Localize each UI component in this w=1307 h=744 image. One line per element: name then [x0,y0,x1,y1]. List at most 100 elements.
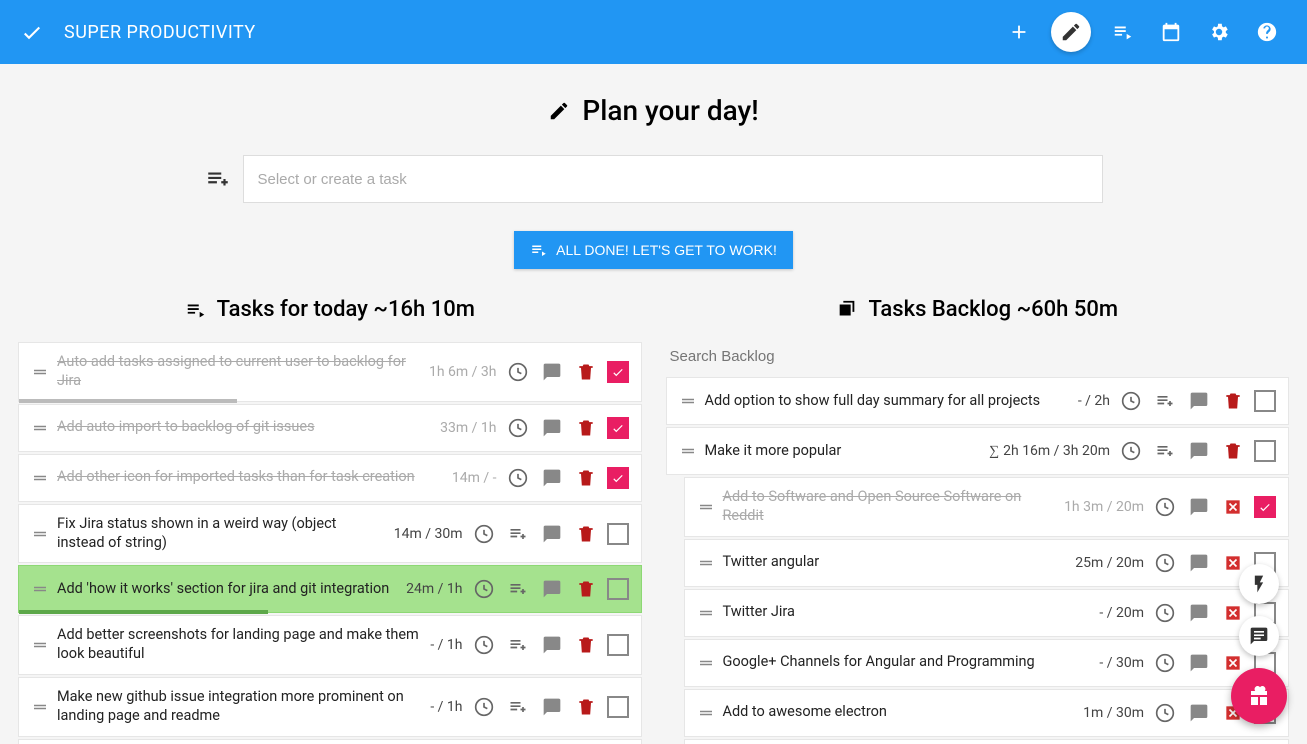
task-row[interactable]: Make it more popular ∑2h 16m / 3h 20m [666,427,1290,475]
drag-handle-icon[interactable] [679,442,697,460]
clock-icon[interactable] [471,632,497,658]
clock-icon[interactable] [471,576,497,602]
delete-icon[interactable] [573,632,599,658]
help-button[interactable] [1243,8,1291,56]
done-checkbox[interactable] [607,361,629,383]
notes-fab[interactable] [1239,616,1279,656]
clock-icon[interactable] [471,694,497,720]
task-row[interactable]: Google+ Channels for Angular and Program… [684,639,1290,687]
done-checkbox[interactable] [607,634,629,656]
drag-handle-icon[interactable] [679,392,697,410]
delete-icon[interactable] [1220,438,1246,464]
clock-icon[interactable] [1152,600,1178,626]
settings-button[interactable] [1195,8,1243,56]
task-row[interactable]: Add better screenshots for landing page … [18,615,642,675]
done-checkbox[interactable] [607,578,629,600]
comment-icon[interactable] [1186,494,1212,520]
drag-handle-icon[interactable] [697,604,715,622]
clock-icon[interactable] [1118,438,1144,464]
comment-icon[interactable] [539,359,565,385]
comment-icon[interactable] [539,632,565,658]
delete-icon[interactable] [573,694,599,720]
comment-icon[interactable] [539,521,565,547]
delete-icon[interactable] [573,576,599,602]
task-row[interactable]: Add option to show full day summary for … [666,377,1290,425]
delete-icon[interactable] [573,465,599,491]
clock-icon[interactable] [1152,650,1178,676]
done-checkbox[interactable] [1254,496,1276,518]
drag-handle-icon[interactable] [697,554,715,572]
done-checkbox[interactable] [607,417,629,439]
calendar-button[interactable] [1147,8,1195,56]
delete-icon[interactable] [573,521,599,547]
add-subtask-icon[interactable] [505,694,531,720]
drag-handle-icon[interactable] [697,498,715,516]
comment-icon[interactable] [1186,550,1212,576]
task-input[interactable] [243,155,1103,203]
comment-icon[interactable] [1186,438,1212,464]
drag-handle-icon[interactable] [31,698,49,716]
comment-icon[interactable] [539,694,565,720]
clock-icon[interactable] [1152,700,1178,726]
task-row[interactable]: Beautify landing page 1h 10m / 2h [18,739,642,744]
task-row[interactable]: Twitter angular 25m / 20m [684,539,1290,587]
drag-handle-icon[interactable] [697,654,715,672]
app-title: SUPER PRODUCTIVITY [64,22,256,43]
task-row[interactable]: Add to awesome electron 1m / 30m [684,689,1290,737]
task-row[interactable]: Fix Jira status shown in a weird way (ob… [18,504,642,564]
drag-handle-icon[interactable] [31,469,49,487]
comment-icon[interactable] [539,415,565,441]
clock-icon[interactable] [1152,494,1178,520]
comment-icon[interactable] [539,576,565,602]
clock-icon[interactable] [471,521,497,547]
delete-icon[interactable] [573,359,599,385]
task-row[interactable]: Contact OMG Ubuntu 45m / 1h [684,739,1290,744]
task-row[interactable]: Add other icon for imported tasks than f… [18,454,642,502]
drag-handle-icon[interactable] [31,525,49,543]
task-title: Make it more popular [705,442,982,461]
done-checkbox[interactable] [607,523,629,545]
comment-icon[interactable] [1186,700,1212,726]
all-done-button[interactable]: ALL DONE! LET'S GET TO WORK! [514,231,793,269]
comment-icon[interactable] [1186,650,1212,676]
delete-icon[interactable] [1220,388,1246,414]
search-backlog-input[interactable] [666,342,1290,377]
add-subtask-icon[interactable] [505,521,531,547]
clock-icon[interactable] [1152,550,1178,576]
drag-handle-icon[interactable] [31,580,49,598]
add-subtask-icon[interactable] [505,576,531,602]
drag-handle-icon[interactable] [31,636,49,654]
plan-mode-button[interactable] [1051,12,1091,52]
clock-icon[interactable] [505,415,531,441]
add-subtask-icon[interactable] [1152,388,1178,414]
add-subtask-icon[interactable] [1152,438,1178,464]
delete-icon[interactable] [1220,494,1246,520]
task-row[interactable]: Add to Software and Open Source Software… [684,477,1290,537]
clock-icon[interactable] [505,465,531,491]
done-checkbox[interactable] [1254,390,1276,412]
delete-icon[interactable] [573,415,599,441]
done-checkbox[interactable] [607,467,629,489]
today-heading: Tasks for today ~16h 10m [18,297,642,322]
task-row[interactable]: Add 'how it works' section for jira and … [18,565,642,613]
clock-icon[interactable] [505,359,531,385]
comment-icon[interactable] [1186,388,1212,414]
task-row[interactable]: Make new github issue integration more p… [18,677,642,737]
task-row[interactable]: Twitter Jira - / 20m [684,589,1290,637]
drag-handle-icon[interactable] [31,419,49,437]
add-subtask-icon[interactable] [505,632,531,658]
task-row[interactable]: Auto add tasks assigned to current user … [18,342,642,402]
drag-handle-icon[interactable] [697,704,715,722]
comment-icon[interactable] [539,465,565,491]
clock-icon[interactable] [1118,388,1144,414]
done-checkbox[interactable] [607,696,629,718]
gift-fab[interactable] [1231,668,1287,724]
task-row[interactable]: Add auto import to backlog of git issues… [18,404,642,452]
done-checkbox[interactable] [1254,440,1276,462]
drag-handle-icon[interactable] [31,363,49,381]
add-button[interactable] [995,8,1043,56]
comment-icon[interactable] [1186,600,1212,626]
work-mode-button[interactable] [1099,8,1147,56]
app-header: SUPER PRODUCTIVITY [0,0,1307,64]
pomodoro-fab[interactable] [1239,564,1279,604]
